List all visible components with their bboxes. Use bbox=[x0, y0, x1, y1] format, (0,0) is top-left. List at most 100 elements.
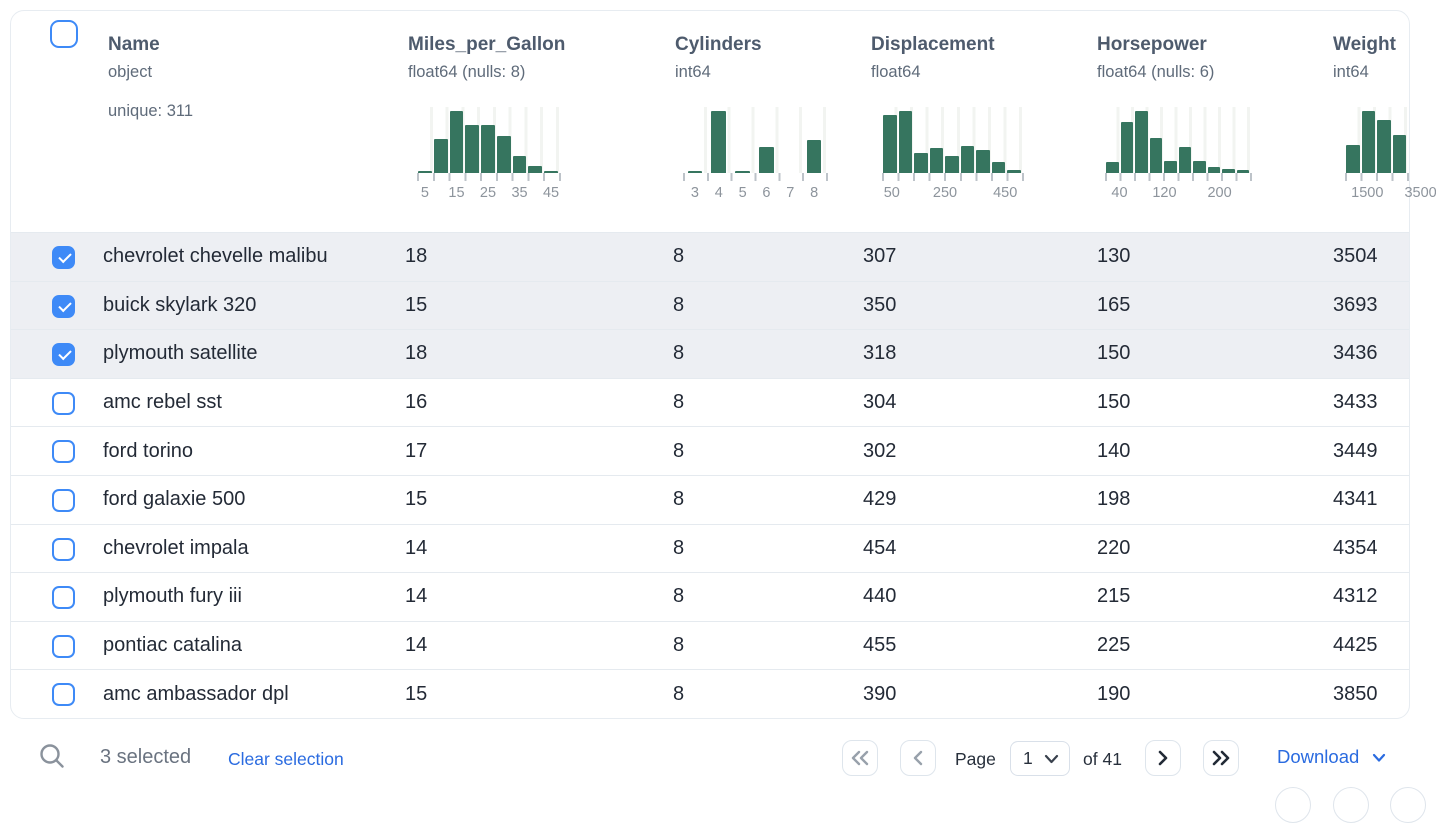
histogram-axis-labels: 40120200 bbox=[1105, 185, 1250, 205]
table-row[interactable]: amc rebel sst 16 8 304 150 3433 bbox=[11, 378, 1409, 427]
cell-name: ford galaxie 500 bbox=[103, 476, 245, 524]
histogram-axis-labels: 50250450 bbox=[882, 185, 1022, 205]
download-label: Download bbox=[1277, 746, 1359, 767]
cell-horsepower: 215 bbox=[1097, 573, 1130, 621]
table-row[interactable]: plymouth fury iii 14 8 440 215 4312 bbox=[11, 572, 1409, 621]
histogram-axis-labels: 345678 bbox=[683, 185, 826, 205]
column-dtype: int64 bbox=[1333, 63, 1396, 82]
row-checkbox[interactable] bbox=[52, 343, 75, 366]
download-button[interactable]: Download bbox=[1277, 746, 1386, 768]
histogram-axis-ticks bbox=[1105, 173, 1252, 181]
cell-miles-per-gallon: 18 bbox=[405, 233, 427, 281]
cell-weight: 3449 bbox=[1333, 427, 1378, 475]
table-row[interactable]: buick skylark 320 15 8 350 165 3693 bbox=[11, 281, 1409, 330]
table-row[interactable]: amc ambassador dpl 15 8 390 190 3850 bbox=[11, 669, 1409, 718]
cell-name: plymouth satellite bbox=[103, 330, 258, 378]
cell-name: ford torino bbox=[103, 427, 193, 475]
table-row[interactable]: pontiac catalina 14 8 455 225 4425 bbox=[11, 621, 1409, 670]
histogram-axis-labels: 515253545 bbox=[417, 185, 559, 205]
column-header-cylinders[interactable]: Cylinders int64 bbox=[675, 34, 762, 82]
overflow-button-partial[interactable] bbox=[1275, 787, 1311, 823]
cell-miles-per-gallon: 15 bbox=[405, 282, 427, 330]
page-count-label: of 41 bbox=[1083, 749, 1122, 770]
row-checkbox[interactable] bbox=[52, 489, 75, 512]
cell-displacement: 440 bbox=[863, 573, 896, 621]
cell-weight: 4312 bbox=[1333, 573, 1378, 621]
row-checkbox[interactable] bbox=[52, 246, 75, 269]
histogram-miles-per-gallon bbox=[417, 107, 559, 173]
cell-displacement: 350 bbox=[863, 282, 896, 330]
cell-name: chevrolet chevelle malibu bbox=[103, 233, 328, 281]
previous-page-button[interactable] bbox=[900, 740, 936, 776]
column-header-weight[interactable]: Weight int64 bbox=[1333, 34, 1396, 82]
cell-name: chevrolet impala bbox=[103, 525, 249, 573]
page-select[interactable]: 1 bbox=[1010, 741, 1070, 776]
select-all-checkbox[interactable] bbox=[50, 20, 78, 48]
cell-weight: 3850 bbox=[1333, 670, 1378, 718]
row-checkbox[interactable] bbox=[52, 295, 75, 318]
cell-miles-per-gallon: 14 bbox=[405, 525, 427, 573]
column-header-name[interactable]: Name object unique: 311 bbox=[108, 34, 193, 121]
column-unique-count: unique: 311 bbox=[108, 102, 193, 121]
histogram-cylinders bbox=[683, 107, 826, 173]
overflow-button-partial[interactable] bbox=[1390, 787, 1426, 823]
row-checkbox[interactable] bbox=[52, 683, 75, 706]
cell-weight: 4425 bbox=[1333, 622, 1378, 670]
histogram-weight bbox=[1345, 107, 1407, 173]
table-row[interactable]: plymouth satellite 18 8 318 150 3436 bbox=[11, 329, 1409, 378]
column-header-displacement[interactable]: Displacement float64 bbox=[871, 34, 995, 82]
cell-horsepower: 165 bbox=[1097, 282, 1130, 330]
overflow-button-partial[interactable] bbox=[1333, 787, 1369, 823]
cell-name: pontiac catalina bbox=[103, 622, 242, 670]
next-page-button[interactable] bbox=[1145, 740, 1181, 776]
table-row[interactable]: ford torino 17 8 302 140 3449 bbox=[11, 426, 1409, 475]
table-row[interactable]: ford galaxie 500 15 8 429 198 4341 bbox=[11, 475, 1409, 524]
cell-horsepower: 150 bbox=[1097, 379, 1130, 427]
cell-displacement: 454 bbox=[863, 525, 896, 573]
clear-selection-link[interactable]: Clear selection bbox=[228, 749, 344, 770]
cell-displacement: 390 bbox=[863, 670, 896, 718]
cell-horsepower: 220 bbox=[1097, 525, 1130, 573]
column-title: Weight bbox=[1333, 34, 1396, 56]
selected-count: 3 selected bbox=[100, 746, 191, 769]
row-checkbox[interactable] bbox=[52, 538, 75, 561]
column-header-horsepower[interactable]: Horsepower float64 (nulls: 6) bbox=[1097, 34, 1214, 82]
cell-horsepower: 150 bbox=[1097, 330, 1130, 378]
row-checkbox[interactable] bbox=[52, 586, 75, 609]
histogram-displacement bbox=[882, 107, 1022, 173]
table-row[interactable]: chevrolet impala 14 8 454 220 4354 bbox=[11, 524, 1409, 573]
cell-weight: 3436 bbox=[1333, 330, 1378, 378]
first-page-button[interactable] bbox=[842, 740, 878, 776]
cell-horsepower: 130 bbox=[1097, 233, 1130, 281]
cell-cylinders: 8 bbox=[673, 330, 684, 378]
column-title: Miles_per_Gallon bbox=[408, 34, 565, 56]
column-dtype: float64 (nulls: 6) bbox=[1097, 63, 1214, 82]
column-dtype: float64 (nulls: 8) bbox=[408, 63, 565, 82]
cell-cylinders: 8 bbox=[673, 670, 684, 718]
table-row[interactable]: chevrolet chevelle malibu 18 8 307 130 3… bbox=[11, 232, 1409, 281]
chevron-down-icon bbox=[1044, 754, 1059, 764]
column-title: Displacement bbox=[871, 34, 995, 56]
cell-cylinders: 8 bbox=[673, 427, 684, 475]
cell-horsepower: 190 bbox=[1097, 670, 1130, 718]
row-checkbox[interactable] bbox=[52, 635, 75, 658]
table-body: chevrolet chevelle malibu 18 8 307 130 3… bbox=[11, 232, 1409, 718]
search-icon[interactable] bbox=[38, 742, 66, 770]
column-header-miles-per-gallon[interactable]: Miles_per_Gallon float64 (nulls: 8) bbox=[408, 34, 565, 82]
cell-weight: 3433 bbox=[1333, 379, 1378, 427]
cell-name: buick skylark 320 bbox=[103, 282, 256, 330]
cell-cylinders: 8 bbox=[673, 282, 684, 330]
column-dtype: int64 bbox=[675, 63, 762, 82]
data-table-card: Name object unique: 311 Miles_per_Gallon… bbox=[10, 10, 1410, 719]
cell-cylinders: 8 bbox=[673, 476, 684, 524]
histogram-horsepower bbox=[1105, 107, 1250, 173]
cell-name: amc rebel sst bbox=[103, 379, 222, 427]
cell-miles-per-gallon: 15 bbox=[405, 670, 427, 718]
row-checkbox[interactable] bbox=[52, 440, 75, 463]
last-page-button[interactable] bbox=[1203, 740, 1239, 776]
cell-cylinders: 8 bbox=[673, 622, 684, 670]
cell-cylinders: 8 bbox=[673, 525, 684, 573]
histogram-axis-ticks bbox=[882, 173, 1024, 181]
row-checkbox[interactable] bbox=[52, 392, 75, 415]
cell-miles-per-gallon: 16 bbox=[405, 379, 427, 427]
